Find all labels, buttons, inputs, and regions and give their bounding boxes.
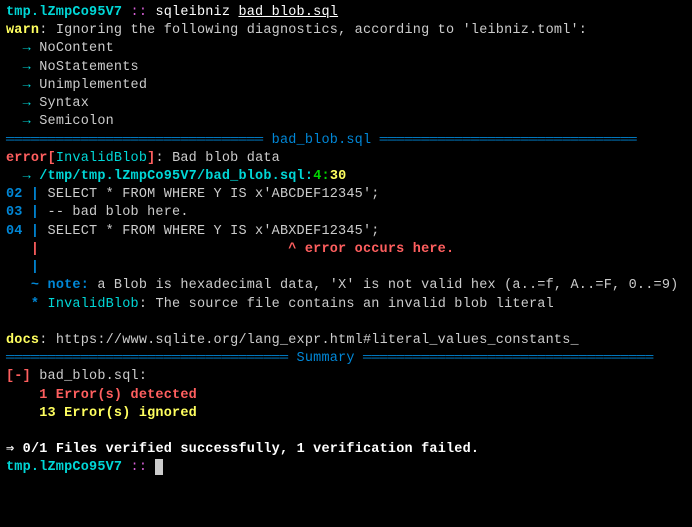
colon: : [322,169,330,184]
error-caret-line: | ^ error occurs here. [6,241,686,259]
code-text: SELECT * FROM WHERE Y IS x'ABCDEF12345'; [48,187,380,202]
warn-item-text: Unimplemented [39,78,147,93]
note-tag: note: [48,278,90,293]
gutter-bar: | [31,224,48,239]
command: sqleibniz [155,5,238,20]
summary-filename: bad_blob.sql: [31,369,147,384]
gutter-empty: | [6,259,686,277]
command-arg: bad_blob.sql [238,5,338,20]
warn-item-text: Syntax [39,96,89,111]
code-text: SELECT * FROM WHERE Y IS x'ABXDEF12345'; [48,224,380,239]
code-line: 04 | SELECT * FROM WHERE Y IS x'ABXDEF12… [6,223,686,241]
docs-line: docs: https://www.sqlite.org/lang_expr.h… [6,332,686,350]
star-icon: * [6,297,48,312]
arrow-icon: → [6,41,39,56]
note-msg: a Blob is hexadecimal data, 'X' is not v… [89,278,678,293]
rule-left: ══════════════════════════════════ [6,351,297,366]
warn-header: warn: Ignoring the following diagnostics… [6,22,686,40]
rule-right: ═══════════════════════════════ [371,133,637,148]
prompt-line-1: tmp.lZmpCo95V7 :: sqleibniz bad_blob.sql [6,4,686,22]
warn-item: → NoContent [6,40,686,58]
ignored-count: 13 Error(s) ignored [6,406,197,421]
warn-item-text: Semicolon [39,114,114,129]
prompt-line-2[interactable]: tmp.lZmpCo95V7 :: [6,459,686,477]
rule-title: bad_blob.sql [272,133,372,148]
warn-item: → Semicolon [6,113,686,131]
code-text: -- bad blob here. [48,205,189,220]
summary-file: [-] bad_blob.sql: [6,368,686,386]
error-msg: : Bad blob data [155,151,280,166]
blank-line [6,314,686,332]
error-header: error[InvalidBlob]: Bad blob data [6,150,686,168]
prompt-sep: :: [122,5,155,20]
prompt-sep: :: [122,460,155,475]
docs-tag: docs [6,333,39,348]
error-code: InvalidBlob [56,151,147,166]
code-line: 02 | SELECT * FROM WHERE Y IS x'ABCDEF12… [6,186,686,204]
line-number: 4 [313,169,321,184]
note-line: ~ note: a Blob is hexadecimal data, 'X' … [6,277,686,295]
gutter-bar: | [31,187,48,202]
note-detail: * InvalidBlob: The source file contains … [6,296,686,314]
result-arrow-icon: ⇒ [6,442,23,457]
error-tag: error [6,151,48,166]
docs-url: : https://www.sqlite.org/lang_expr.html#… [39,333,579,348]
arrow-icon: → [6,78,39,93]
section-rule-summary: ══════════════════════════════════ Summa… [6,350,686,368]
warn-tag: warn [6,23,39,38]
warn-item: → Unimplemented [6,77,686,95]
warn-msg: : Ignoring the following diagnostics, ac… [39,23,587,38]
code-line: 03 | -- bad blob here. [6,204,686,222]
gutter-line-no: 04 [6,224,31,239]
warn-item-text: NoContent [39,41,114,56]
error-location: → /tmp/tmp.lZmpCo95V7/bad_blob.sql:4:30 [6,168,686,186]
final-result: ⇒ 0/1 Files verified successfully, 1 ver… [6,441,686,459]
note-prefix: ~ [6,278,48,293]
caret-pointer: | ^ error occurs here. [6,242,454,257]
gutter-bar: | [31,205,48,220]
gutter-line-no: 03 [6,205,31,220]
cursor[interactable] [155,459,163,475]
result-msg: 0/1 Files verified successfully, 1 verif… [23,442,480,457]
arrow-icon: → [6,60,39,75]
summary-errors: 1 Error(s) detected [6,387,686,405]
gutter-line-no: 02 [6,187,31,202]
gutter-bar: | [6,260,39,275]
cwd: tmp.lZmpCo95V7 [6,460,122,475]
warn-item-text: NoStatements [39,60,139,75]
section-rule-file: ═══════════════════════════════ bad_blob… [6,132,686,150]
colon: : [305,169,313,184]
cwd: tmp.lZmpCo95V7 [6,5,122,20]
rule-left: ═══════════════════════════════ [6,133,272,148]
blank-line [6,423,686,441]
warn-item: → NoStatements [6,59,686,77]
rule-title: Summary [297,351,355,366]
note-code: InvalidBlob [48,297,139,312]
fail-marker: [-] [6,369,31,384]
col-number: 30 [330,169,347,184]
note-msg2: : The source file contains an invalid bl… [139,297,554,312]
file-path: /tmp/tmp.lZmpCo95V7/bad_blob.sql [39,169,305,184]
warn-item: → Syntax [6,95,686,113]
rule-right: ═══════════════════════════════════ [355,351,654,366]
error-count: 1 Error(s) detected [6,388,197,403]
bracket-open: [ [48,151,56,166]
arrow-icon: → [6,96,39,111]
summary-ignored: 13 Error(s) ignored [6,405,686,423]
arrow-icon: → [6,169,39,184]
arrow-icon: → [6,114,39,129]
